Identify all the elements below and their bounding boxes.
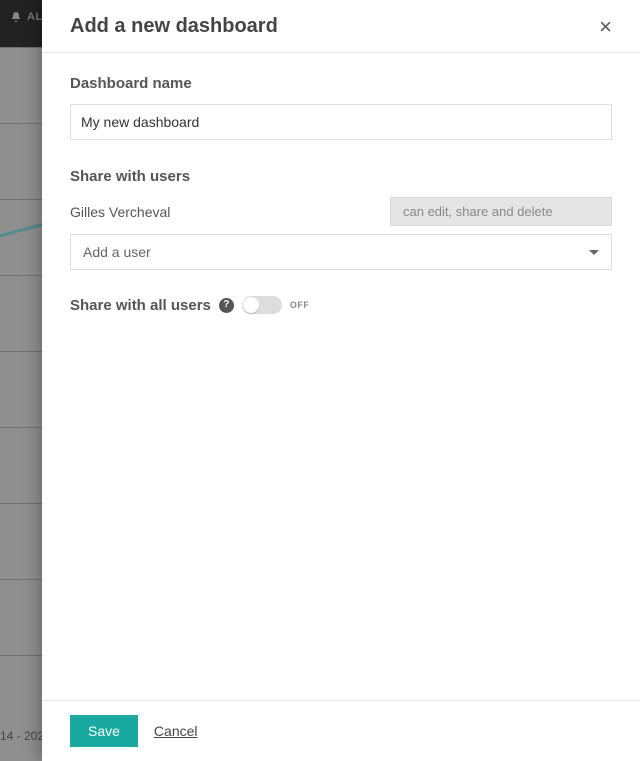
- background-date-fragment: 14 - 202: [0, 729, 44, 743]
- panel-body: Dashboard name Share with users Gilles V…: [42, 53, 640, 700]
- toggle-knob: [243, 297, 259, 313]
- add-user-dropdown[interactable]: Add a user: [70, 234, 612, 270]
- panel-header: Add a new dashboard ×: [42, 0, 640, 53]
- save-button[interactable]: Save: [70, 715, 138, 747]
- panel-footer: Save Cancel: [42, 700, 640, 761]
- share-all-toggle[interactable]: [242, 296, 282, 314]
- cancel-button[interactable]: Cancel: [154, 723, 198, 739]
- shared-user-name: Gilles Vercheval: [70, 204, 170, 220]
- panel-title: Add a new dashboard: [70, 15, 278, 38]
- bell-icon: [10, 11, 22, 23]
- share-all-row: Share with all users ? OFF: [70, 296, 612, 314]
- close-icon[interactable]: ×: [599, 16, 612, 38]
- add-dashboard-panel: Add a new dashboard × Dashboard name Sha…: [42, 0, 640, 761]
- toggle-state-text: OFF: [290, 300, 310, 310]
- help-icon[interactable]: ?: [219, 298, 234, 313]
- share-users-label: Share with users: [70, 168, 612, 185]
- background-header-strip: [0, 0, 42, 47]
- shared-user-row: Gilles Vercheval can edit, share and del…: [70, 197, 612, 226]
- alerts-label: AL: [27, 11, 43, 23]
- alerts-indicator: AL: [10, 11, 43, 23]
- background-gridlines: [0, 47, 42, 761]
- chevron-down-icon: [589, 250, 599, 255]
- share-all-label: Share with all users: [70, 297, 211, 314]
- dashboard-name-label: Dashboard name: [70, 75, 612, 92]
- add-user-placeholder: Add a user: [83, 244, 151, 260]
- shared-user-permission[interactable]: can edit, share and delete: [390, 197, 612, 226]
- dashboard-name-input[interactable]: [70, 104, 612, 140]
